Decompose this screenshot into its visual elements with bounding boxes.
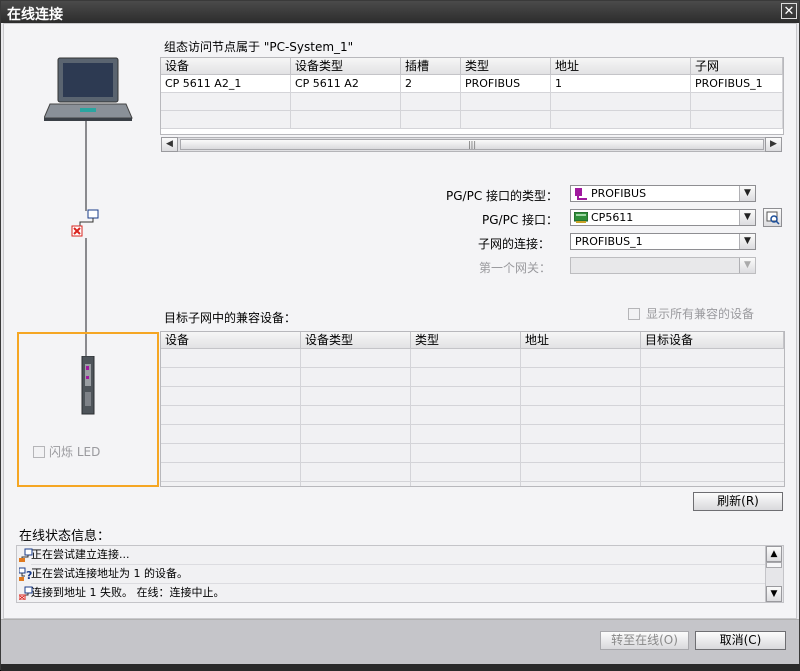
list-item: 正在尝试建立连接... (19, 546, 779, 565)
pgpc-interface-value: CP5611 (591, 211, 634, 224)
col-header-device[interactable]: 设备 (161, 332, 301, 349)
table-cell (291, 111, 401, 129)
col-header-target-device[interactable]: 目标设备 (641, 332, 784, 349)
refresh-button[interactable]: 刷新(R) (693, 492, 783, 511)
table-cell (691, 111, 783, 129)
vertical-scrollbar[interactable]: ▲ ▼ (765, 546, 783, 602)
column-divider (640, 349, 641, 486)
col-header-slot[interactable]: 插槽 (401, 58, 461, 75)
pgpc-type-label: PG/PC 接口的类型： (446, 189, 559, 203)
list-item: 连接到地址 1 失败。 在线：连接中止。 (19, 584, 779, 602)
pgpc-type-value: PROFIBUS (591, 187, 647, 200)
flash-led-label: 闪烁 LED (49, 445, 101, 459)
cp-module-icon (81, 356, 95, 415)
close-button[interactable]: ✕ (781, 3, 797, 19)
svg-text:?: ? (26, 569, 32, 581)
list-item: ? 正在尝试连接地址为 1 的设备。 (19, 565, 779, 584)
scroll-right-icon[interactable]: ▶ (765, 137, 782, 152)
pgpc-interface-dropdown[interactable]: CP5611 ▼ (570, 209, 756, 226)
table-cell (291, 93, 401, 111)
status-message-list: 正在尝试建立连接... ? 正在尝试连接地址为 1 的设备。 连接到地址 1 失… (16, 545, 784, 603)
table-cell (691, 93, 783, 111)
scroll-left-icon[interactable]: ◀ (161, 137, 178, 152)
laptop-icon (44, 57, 133, 121)
chevron-down-icon[interactable]: ▼ (739, 234, 755, 249)
status-section-title: 在线状态信息： (19, 529, 111, 544)
table-cell[interactable]: CP 5611 A2_1 (161, 75, 291, 93)
first-gateway-label: 第一个网关： (479, 261, 552, 275)
scroll-thumb[interactable] (766, 562, 782, 568)
config-section-title: 组态访问节点属于 "PC-System_1" (164, 40, 354, 54)
first-gateway-dropdown[interactable]: ▼ (570, 257, 756, 274)
chevron-down-icon[interactable]: ▼ (739, 258, 755, 273)
table-cell (551, 111, 691, 129)
table-cell (161, 111, 291, 129)
compatible-devices-table: 设备 设备类型 类型 地址 目标设备 (160, 331, 785, 487)
table-cell (461, 93, 551, 111)
chevron-down-icon[interactable]: ▼ (739, 210, 755, 225)
table-cell (401, 93, 461, 111)
col-header-device-type[interactable]: 设备类型 (291, 58, 401, 75)
dialog-content: 闪烁 LED 组态访问节点属于 "PC-System_1" 设备 设备类型 插槽… (3, 23, 797, 619)
show-all-devices-checkbox[interactable] (628, 308, 640, 320)
empty-table-rows (161, 349, 784, 486)
network-card-icon (574, 212, 588, 223)
table-cell[interactable]: 1 (551, 75, 691, 93)
cancel-button[interactable]: 取消(C) (695, 631, 786, 650)
subnet-connection-value: PROFIBUS_1 (575, 235, 643, 248)
table-cell[interactable]: 2 (401, 75, 461, 93)
col-header-address[interactable]: 地址 (551, 58, 691, 75)
dialog-footer: 转至在线(O) 取消(C) (1, 619, 799, 665)
profibus-icon (575, 188, 587, 200)
query-connection-icon: ? (19, 567, 32, 581)
subnet-connection-label: 子网的连接： (478, 237, 551, 251)
magnifier-icon (766, 211, 780, 225)
flash-led-checkbox[interactable] (33, 446, 45, 458)
connecting-icon (19, 548, 33, 562)
go-online-button[interactable]: 转至在线(O) (600, 631, 689, 650)
col-header-address[interactable]: 地址 (521, 332, 641, 349)
col-header-device-type[interactable]: 设备类型 (301, 332, 411, 349)
connection-error-icon (71, 209, 99, 237)
table-cell (551, 93, 691, 111)
column-divider (300, 349, 301, 486)
table-cell[interactable]: CP 5611 A2 (291, 75, 401, 93)
status-message: 正在尝试连接地址为 1 的设备。 (31, 567, 188, 580)
scroll-down-icon[interactable]: ▼ (766, 586, 782, 602)
table-cell (461, 111, 551, 129)
col-header-subnet[interactable]: 子网 (691, 58, 783, 75)
scroll-up-icon[interactable]: ▲ (766, 546, 782, 562)
config-table: 设备 设备类型 插槽 类型 地址 子网 CP 5611 A2_1 CP 5611… (160, 57, 784, 135)
window-title: 在线连接 (7, 7, 63, 23)
scroll-thumb[interactable]: ||| (180, 139, 764, 150)
compatible-section-title: 目标子网中的兼容设备： (164, 311, 297, 325)
title-bar: 在线连接 ✕ (1, 1, 799, 23)
col-header-device[interactable]: 设备 (161, 58, 291, 75)
chevron-down-icon[interactable]: ▼ (739, 186, 755, 201)
interface-properties-button[interactable] (763, 208, 782, 227)
column-divider (520, 349, 521, 486)
subnet-connection-dropdown[interactable]: PROFIBUS_1 ▼ (570, 233, 756, 250)
horizontal-scrollbar[interactable]: ◀ ||| ▶ (161, 137, 782, 152)
status-message: 连接到地址 1 失败。 在线：连接中止。 (31, 586, 225, 599)
status-message: 正在尝试建立连接... (31, 548, 130, 561)
pgpc-interface-label: PG/PC 接口： (482, 213, 559, 227)
online-connection-dialog: 在线连接 ✕ 闪烁 LED 组态访问节点属于 "PC-System_1" 设备 … (0, 0, 800, 671)
target-device-box[interactable]: 闪烁 LED (17, 332, 159, 487)
pgpc-type-dropdown[interactable]: PROFIBUS ▼ (570, 185, 756, 202)
table-cell (401, 111, 461, 129)
connection-line-top (85, 121, 87, 211)
col-header-type[interactable]: 类型 (461, 58, 551, 75)
col-header-type[interactable]: 类型 (411, 332, 521, 349)
table-cell (161, 93, 291, 111)
table-cell[interactable]: PROFIBUS_1 (691, 75, 783, 93)
table-cell[interactable]: PROFIBUS (461, 75, 551, 93)
connection-failed-icon (19, 586, 33, 600)
show-all-devices-label: 显示所有兼容的设备 (646, 307, 755, 321)
column-divider (410, 349, 411, 486)
